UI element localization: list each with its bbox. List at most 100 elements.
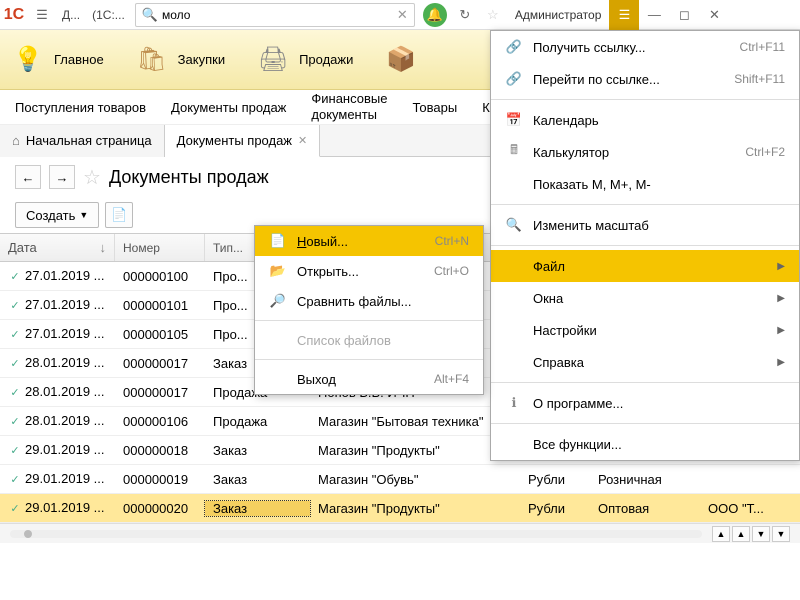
scroll-down-button[interactable]: ▼	[752, 526, 770, 542]
hamburger-icon[interactable]: ☰	[28, 1, 56, 29]
table-cell: ✓28.01.2019 ...	[0, 384, 115, 400]
lamp-icon: 💡	[10, 42, 46, 78]
nav-forward-button[interactable]: →	[49, 165, 75, 189]
scroll-bar: ▲ ▲ ▼ ▼	[0, 523, 800, 543]
menu-separator	[491, 245, 799, 246]
menu-all-functions[interactable]: Все функции...	[491, 428, 799, 460]
cash-register-icon: 🖨	[255, 42, 291, 78]
table-cell: ✓27.01.2019 ...	[0, 326, 115, 342]
menu-calendar[interactable]: 📅Календарь	[491, 104, 799, 136]
search-icon: 🔍	[142, 7, 158, 23]
submenu-open[interactable]: 📂Открыть...Ctrl+O	[255, 256, 483, 286]
tab-close-icon[interactable]: ✕	[298, 134, 307, 147]
document-icon: ✓	[8, 415, 22, 429]
tab-docs[interactable]: Документы продаж ✕	[165, 125, 321, 157]
menu-about[interactable]: ℹО программе...	[491, 387, 799, 419]
table-row[interactable]: ✓29.01.2019 ...000000019ЗаказМагазин "Об…	[0, 465, 800, 494]
tab-docs-label: Документы продаж	[177, 133, 292, 148]
scroll-up-button[interactable]: ▲	[732, 526, 750, 542]
scroll-top-button[interactable]: ▲	[712, 526, 730, 542]
submenu-exit[interactable]: ВыходAlt+F4	[255, 364, 483, 394]
arrow-right-icon: ▶	[777, 357, 785, 368]
submenu-file-list: Список файлов	[255, 325, 483, 355]
menu-help[interactable]: Справка▶	[491, 346, 799, 378]
main-menu-button[interactable]: ☰	[609, 0, 639, 30]
table-cell: ✓29.01.2019 ...	[0, 471, 115, 487]
menu-get-link[interactable]: 🔗Получить ссылку...Ctrl+F11	[491, 31, 799, 63]
compare-icon: 🔎	[269, 293, 287, 309]
nav-box[interactable]: 📦	[383, 42, 419, 78]
nav-back-button[interactable]: ←	[15, 165, 41, 189]
table-cell: Оптовая	[590, 501, 700, 516]
calendar-icon: 📅	[505, 112, 523, 128]
minimize-button[interactable]: —	[639, 0, 669, 30]
favorite-page-icon[interactable]: ☆	[83, 165, 101, 190]
document-icon: ✓	[8, 270, 22, 284]
search-box[interactable]: 🔍 ✕	[135, 3, 415, 27]
page-title: Документы продаж	[109, 167, 269, 188]
favorite-icon[interactable]: ☆	[479, 1, 507, 29]
search-input[interactable]	[162, 8, 397, 22]
nav-main[interactable]: 💡 Главное	[10, 42, 104, 78]
info-icon: ℹ	[505, 395, 523, 411]
col-num[interactable]: Номер	[115, 234, 205, 261]
table-cell: Заказ	[205, 443, 310, 458]
table-cell: Магазин "Бытовая техника"	[310, 414, 520, 429]
subnav-goods[interactable]: Товары	[412, 100, 457, 115]
bag-icon: 🛍	[134, 42, 170, 78]
subnav-docs[interactable]: Документы продаж	[171, 100, 286, 115]
tab-home[interactable]: ⌂ Начальная страница	[0, 125, 165, 157]
table-row[interactable]: ✓29.01.2019 ...000000020ЗаказМагазин "Пр…	[0, 494, 800, 523]
menu-windows[interactable]: Окна▶	[491, 282, 799, 314]
copy-button[interactable]: 📄	[105, 202, 133, 228]
table-cell: ✓28.01.2019 ...	[0, 413, 115, 429]
nav-purchases[interactable]: 🛍 Закупки	[134, 42, 225, 78]
document-icon: ✓	[8, 444, 22, 458]
document-icon: ✓	[8, 357, 22, 371]
nav-purchases-label: Закупки	[178, 52, 225, 67]
menu-separator	[491, 204, 799, 205]
menu-separator	[491, 99, 799, 100]
menu-settings[interactable]: Настройки▶	[491, 314, 799, 346]
table-cell: Магазин "Продукты"	[310, 501, 520, 516]
document-icon: ✓	[8, 473, 22, 487]
scroll-track[interactable]	[10, 530, 702, 538]
col-date[interactable]: Дата↓	[0, 234, 115, 261]
subnav-finance[interactable]: Финансовые документы	[311, 91, 387, 122]
history-icon[interactable]: ↻	[451, 1, 479, 29]
app-logo-icon: 1C	[0, 1, 28, 29]
table-cell: 000000020	[115, 501, 205, 516]
menu-separator	[491, 382, 799, 383]
subnav-receipts[interactable]: Поступления товаров	[15, 100, 146, 115]
box-icon: 📦	[383, 42, 419, 78]
create-label: Создать	[26, 208, 75, 223]
menu-zoom[interactable]: 🔍Изменить масштаб	[491, 209, 799, 241]
menu-separator	[491, 423, 799, 424]
sort-icon: ↓	[100, 240, 107, 255]
nav-sales[interactable]: 🖨 Продажи	[255, 42, 353, 78]
submenu-new[interactable]: 📄Новый...Ctrl+N	[255, 226, 483, 256]
menu-calculator[interactable]: 🖩КалькуляторCtrl+F2	[491, 136, 799, 168]
table-cell: ✓27.01.2019 ...	[0, 268, 115, 284]
clear-search-icon[interactable]: ✕	[397, 7, 408, 23]
document-icon: ✓	[8, 502, 22, 516]
create-button[interactable]: Создать ▼	[15, 202, 99, 228]
table-cell: 000000017	[115, 356, 205, 371]
main-dropdown-menu: 🔗Получить ссылку...Ctrl+F11 🔗Перейти по …	[490, 30, 800, 461]
submenu-compare[interactable]: 🔎Сравнить файлы...	[255, 286, 483, 316]
menu-show-m[interactable]: Показать M, M+, M-	[491, 168, 799, 200]
menu-go-link[interactable]: 🔗Перейти по ссылке...Shift+F11	[491, 63, 799, 95]
table-cell: Заказ	[205, 501, 310, 516]
table-cell: 000000019	[115, 472, 205, 487]
scroll-thumb[interactable]	[24, 530, 32, 538]
table-cell: Магазин "Продукты"	[310, 443, 520, 458]
menu-separator	[255, 359, 483, 360]
notifications-icon[interactable]: 🔔	[423, 3, 447, 27]
maximize-button[interactable]: ◻	[669, 0, 699, 30]
link-icon: 🔗	[505, 39, 523, 55]
arrow-right-icon: ▶	[777, 325, 785, 336]
arrow-right-icon: ▶	[777, 261, 785, 272]
menu-file[interactable]: Файл▶	[491, 250, 799, 282]
close-button[interactable]: ✕	[699, 0, 729, 30]
scroll-bottom-button[interactable]: ▼	[772, 526, 790, 542]
